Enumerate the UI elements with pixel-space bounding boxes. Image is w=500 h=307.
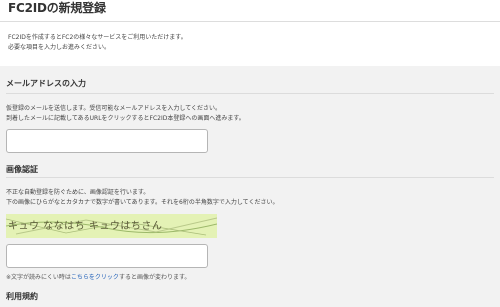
intro-line-1: FC2IDを作成するとFC2の様々なサービスをご利用いただけます。 [8,34,187,41]
email-desc-line-2: 到着したメールに記載してあるURLをクリックするとFC2ID本登録への画面へ進み… [6,114,245,122]
captcha-description: 不正な自動登録を防ぐために、画像認証を行います。 下の画像にひらがなとカタカナで… [6,188,279,207]
captcha-image: キュウ ななはち キュウはちさん [6,214,217,238]
terms-section-heading: 利用規約 [6,292,38,301]
captcha-refresh-link[interactable]: こちらをクリック [71,274,119,281]
captcha-image-text: キュウ ななはち キュウはちさん [8,221,163,232]
form-panel [0,66,500,307]
captcha-note-suffix: すると画像が変わります。 [118,274,191,281]
captcha-answer-field[interactable] [6,244,208,268]
captcha-section-divider [6,177,494,178]
email-desc-line-1: 仮登録のメールを送信します。受信可能なメールアドレスを入力してください。 [6,105,222,112]
page-title: FC2IDの新規登録 [8,1,106,15]
email-section-divider [6,93,494,94]
captcha-desc-line-2: 下の画像にひらがなとカタカナで数字が書いてあります。それを6桁の半角数字で入力し… [6,198,279,206]
captcha-section-heading: 画像認証 [6,165,38,174]
captcha-note-prefix: ※文字が読みにくい時は [6,274,71,281]
email-description: 仮登録のメールを送信します。受信可能なメールアドレスを入力してください。 到着し… [6,104,245,123]
email-section-heading: メールアドレスの入力 [6,79,86,88]
captcha-desc-line-1: 不正な自動登録を防ぐために、画像認証を行います。 [6,189,150,196]
intro-line-2: 必要な項目を入力しお進みください。 [8,43,111,51]
captcha-refresh-note: ※文字が読みにくい時はこちらをクリックすると画像が変わります。 [6,272,190,281]
email-field[interactable] [6,129,208,153]
intro-text: FC2IDを作成するとFC2の様々なサービスをご利用いただけます。 必要な項目を… [8,33,187,52]
title-divider [0,21,500,22]
